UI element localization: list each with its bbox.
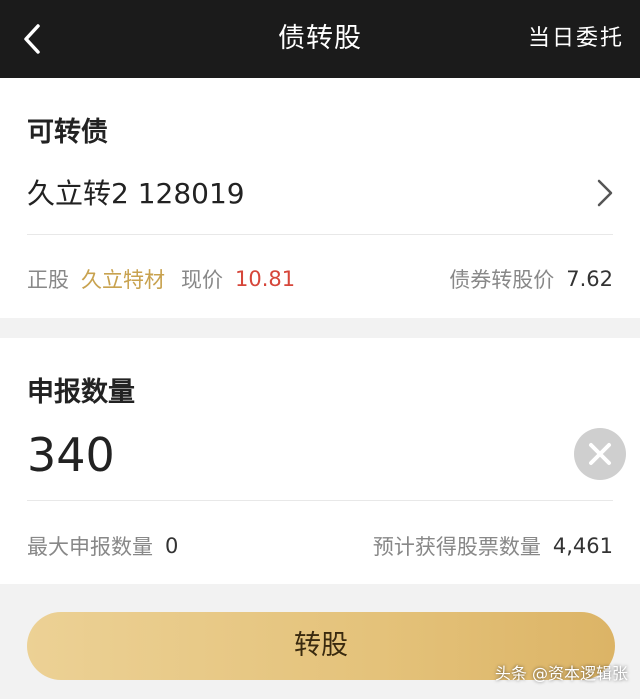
chevron-right-icon bbox=[597, 179, 613, 207]
bond-info-row: 正股 久立特材 现价 10.81 债券转股价 7.62 bbox=[27, 264, 613, 294]
watermark: 头条 @资本逻辑张 bbox=[494, 664, 628, 683]
daily-orders-link[interactable]: 当日委托 bbox=[528, 0, 624, 78]
bond-section-heading: 可转债 bbox=[27, 117, 108, 148]
stock-label: 正股 bbox=[27, 268, 69, 292]
clear-button[interactable] bbox=[574, 428, 626, 480]
quantity-card: 申报数量 最大申报数量 0 预计获得股票数量 4,461 bbox=[0, 338, 640, 584]
close-icon bbox=[589, 443, 611, 465]
conversion-price-label: 债券转股价 bbox=[449, 268, 555, 292]
top-nav-bar: 债转股 当日委托 bbox=[0, 0, 640, 78]
conversion-price-value: 7.62 bbox=[566, 267, 613, 291]
stock-name: 久立特材 bbox=[81, 268, 165, 292]
bond-selector[interactable]: 久立转2 128019 bbox=[0, 158, 640, 228]
expected-shares-label: 预计获得股票数量 bbox=[372, 535, 541, 559]
expected-shares-value: 4,461 bbox=[552, 534, 613, 558]
max-quantity-value: 0 bbox=[165, 534, 179, 558]
divider bbox=[27, 234, 613, 235]
bond-name: 久立转2 128019 bbox=[27, 177, 245, 210]
bond-card: 可转债 久立转2 128019 正股 久立特材 现价 10.81 债券转股价 7… bbox=[0, 78, 640, 318]
price-label: 现价 bbox=[181, 268, 223, 292]
quantity-info-row: 最大申报数量 0 预计获得股票数量 4,461 bbox=[27, 531, 613, 561]
quantity-input[interactable] bbox=[27, 428, 507, 482]
quantity-section-heading: 申报数量 bbox=[27, 377, 135, 408]
price-value: 10.81 bbox=[235, 267, 296, 291]
max-quantity-label: 最大申报数量 bbox=[27, 535, 153, 559]
divider bbox=[27, 500, 613, 501]
quantity-input-row bbox=[0, 420, 640, 496]
